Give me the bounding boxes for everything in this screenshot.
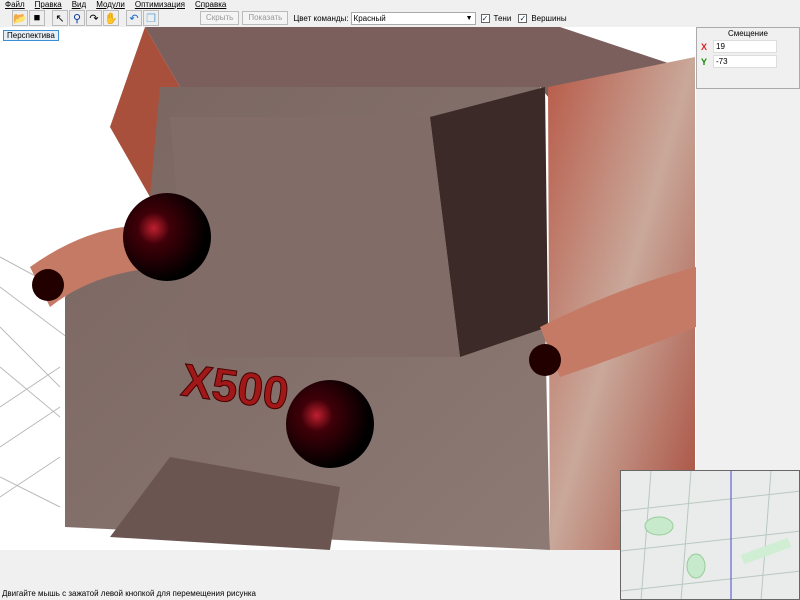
offset-y-input[interactable]: -73 [713, 55, 777, 68]
sphere-lower [286, 380, 374, 468]
inner-ledge [170, 117, 460, 357]
minimap[interactable] [620, 470, 800, 600]
save-icon[interactable]: ■ [29, 10, 45, 26]
undo-icon[interactable]: ↶ [126, 10, 142, 26]
offset-title: Смещение [727, 29, 768, 38]
toolbar: 📂 ■ ↖ ⚲ ↷ ✋ ↶ ❐ Скрыть Показать Цвет ком… [0, 9, 800, 27]
minimap-wireframe [621, 471, 799, 599]
team-color-value: Красный [353, 13, 386, 23]
shadows-label: Тени [493, 13, 512, 23]
status-text: Двигайте мышь с зажатой левой кнопкой дл… [2, 589, 256, 598]
y-axis-label: Y [701, 56, 708, 67]
menu-optimization[interactable]: Оптимизация [130, 0, 190, 9]
menu-modules[interactable]: Модули [91, 0, 130, 9]
team-color-select[interactable]: Красный ▼ [350, 11, 476, 25]
3d-viewport[interactable]: Перспектива X500 [0, 27, 696, 550]
show-button[interactable]: Показать [242, 11, 289, 25]
scene: X500 [0, 27, 696, 550]
offset-panel: Смещение X 19 Y -73 [696, 27, 800, 89]
vertices-checkbox[interactable]: ✓ [518, 13, 528, 23]
menu-edit[interactable]: Правка [30, 0, 67, 9]
hand-pan-icon[interactable]: ✋ [103, 10, 119, 26]
shadows-checkbox[interactable]: ✓ [480, 13, 490, 23]
menu-view[interactable]: Вид [67, 0, 91, 9]
select-arrow-icon[interactable]: ↖ [52, 10, 68, 26]
perspective-button[interactable]: Перспектива [3, 30, 59, 41]
chevron-down-icon: ▼ [465, 14, 473, 22]
offset-x-input[interactable]: 19 [713, 40, 777, 53]
rotate-icon[interactable]: ↷ [86, 10, 102, 26]
open-folder-icon[interactable]: 📂 [12, 10, 28, 26]
x-axis-label: X [701, 41, 708, 52]
menu-file[interactable]: Файл [0, 0, 30, 9]
pipe-end-right [529, 344, 561, 376]
hide-button[interactable]: Скрыть [200, 11, 240, 25]
sphere-upper [123, 193, 211, 281]
copy-icon[interactable]: ❐ [143, 10, 159, 26]
vertices-label: Вершины [531, 13, 567, 23]
menu-help[interactable]: Справка [190, 0, 231, 9]
menu-bar: Файл Правка Вид Модули Оптимизация Справ… [0, 0, 800, 9]
team-color-label: Цвет команды: [293, 13, 349, 23]
zoom-icon[interactable]: ⚲ [69, 10, 85, 26]
pipe-end-left [32, 269, 64, 301]
